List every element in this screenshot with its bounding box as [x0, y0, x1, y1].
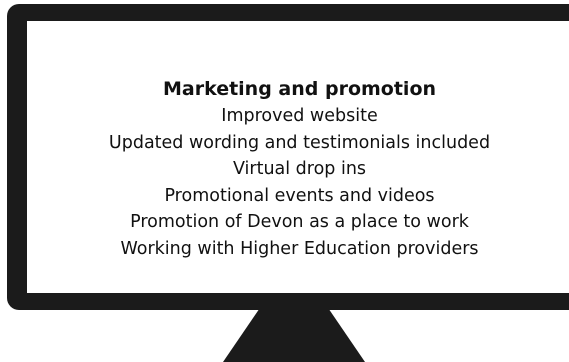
screen-item-updated-wording: Updated wording and testimonials include… [108, 132, 491, 153]
monitor-frame: Marketing and promotion Improved website… [7, 4, 569, 310]
screen-item-higher-education: Working with Higher Education providers [120, 238, 479, 259]
screen-item-virtual-drop-ins: Virtual drop ins [232, 159, 367, 180]
screen-item-improved-website: Improved website [221, 106, 378, 126]
screen-item-promotion-of-devon: Promotion of Devon as a place to work [130, 212, 469, 233]
screen-item-promotional-events: Promotional events and videos [164, 185, 435, 206]
screen-text-block: Marketing and promotion Improved website… [27, 77, 569, 263]
monitor-screen: Marketing and promotion Improved website… [27, 21, 569, 293]
monitor-stand [223, 310, 365, 362]
screen-heading: Marketing and promotion [162, 78, 437, 100]
